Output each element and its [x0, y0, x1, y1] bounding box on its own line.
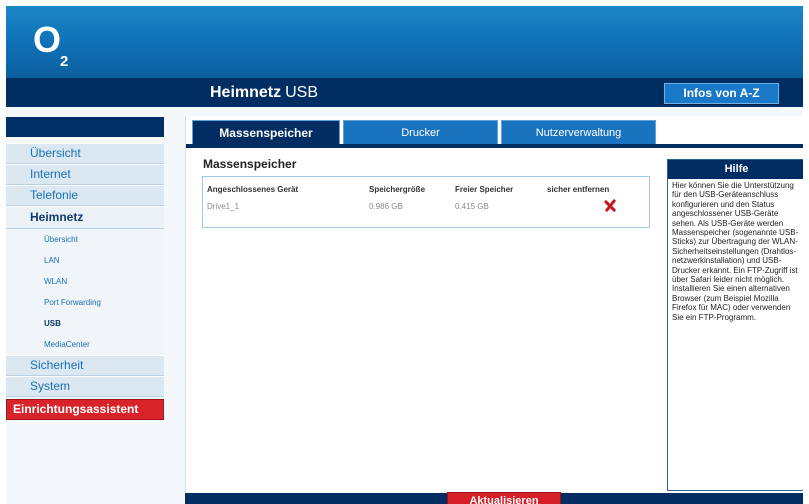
cell-size: 0.986 GB	[369, 202, 403, 211]
main-content: Massenspeicher Drucker Nutzerverwaltung …	[185, 116, 803, 496]
refresh-button[interactable]: Aktualisieren	[447, 492, 561, 504]
top-banner: O2	[6, 6, 803, 78]
sidebar-subitem-port-forwarding[interactable]: Port Forwarding	[6, 292, 164, 313]
sidebar-item-system[interactable]: System	[6, 376, 164, 397]
tab-underline	[186, 144, 803, 148]
sidebar-subitem-lan[interactable]: LAN	[6, 250, 164, 271]
sidebar-item-sicherheit[interactable]: Sicherheit	[6, 355, 164, 376]
page-title: Heimnetz USB	[210, 84, 318, 102]
sidebar-header	[6, 117, 164, 137]
red-x-icon[interactable]	[604, 199, 617, 212]
help-title: Hilfe	[668, 160, 803, 179]
column-header-size: Speichergröße	[369, 185, 426, 194]
sidebar-item-internet[interactable]: Internet	[6, 164, 164, 185]
usb-device-table: Angeschlossenes Gerät Speichergröße Frei…	[202, 176, 650, 228]
help-panel: Hilfe Hier können Sie die Unterstützung …	[667, 159, 803, 491]
tab-nutzerverwaltung[interactable]: Nutzerverwaltung	[501, 120, 656, 145]
sidebar-subitem-uebersicht[interactable]: Übersicht	[6, 229, 164, 250]
column-header-remove: sicher entfernen	[547, 185, 610, 194]
title-bar: Heimnetz USB Infos von A-Z	[6, 78, 803, 107]
tab-drucker[interactable]: Drucker	[343, 120, 498, 145]
page-title-main: Heimnetz	[210, 84, 282, 101]
tab-bar: Massenspeicher Drucker Nutzerverwaltung	[186, 116, 803, 145]
setup-wizard-button[interactable]: Einrichtungsassistent	[6, 399, 164, 420]
column-header-device: Angeschlossenes Gerät	[207, 185, 299, 194]
sidebar-item-heimnetz[interactable]: Heimnetz	[6, 206, 164, 229]
router-ui: O2 Heimnetz USB Infos von A-Z Übersicht I…	[6, 6, 803, 504]
sidebar-subitem-usb[interactable]: USB	[6, 313, 164, 334]
help-text: Hier können Sie die Unterstützung für de…	[672, 181, 799, 322]
column-header-free: Freier Speicher	[455, 185, 514, 194]
cell-device: Drive1_1	[207, 202, 240, 211]
sidebar-subitem-wlan[interactable]: WLAN	[6, 271, 164, 292]
bottom-bar: Aktualisieren	[185, 492, 803, 504]
tab-massenspeicher[interactable]: Massenspeicher	[192, 120, 340, 145]
infos-a-z-button[interactable]: Infos von A-Z	[664, 83, 779, 104]
sidebar-subitem-mediacenter[interactable]: MediaCenter	[6, 334, 164, 355]
sidebar: Übersicht Internet Telefonie Heimnetz Üb…	[6, 117, 164, 420]
cell-free: 0.415 GB	[455, 202, 489, 211]
section-title: Massenspeicher	[203, 157, 297, 171]
sidebar-item-uebersicht[interactable]: Übersicht	[6, 143, 164, 164]
sidebar-item-telefonie[interactable]: Telefonie	[6, 185, 164, 206]
page-title-sub: USB	[285, 84, 319, 101]
o2-logo: O2	[33, 19, 68, 71]
